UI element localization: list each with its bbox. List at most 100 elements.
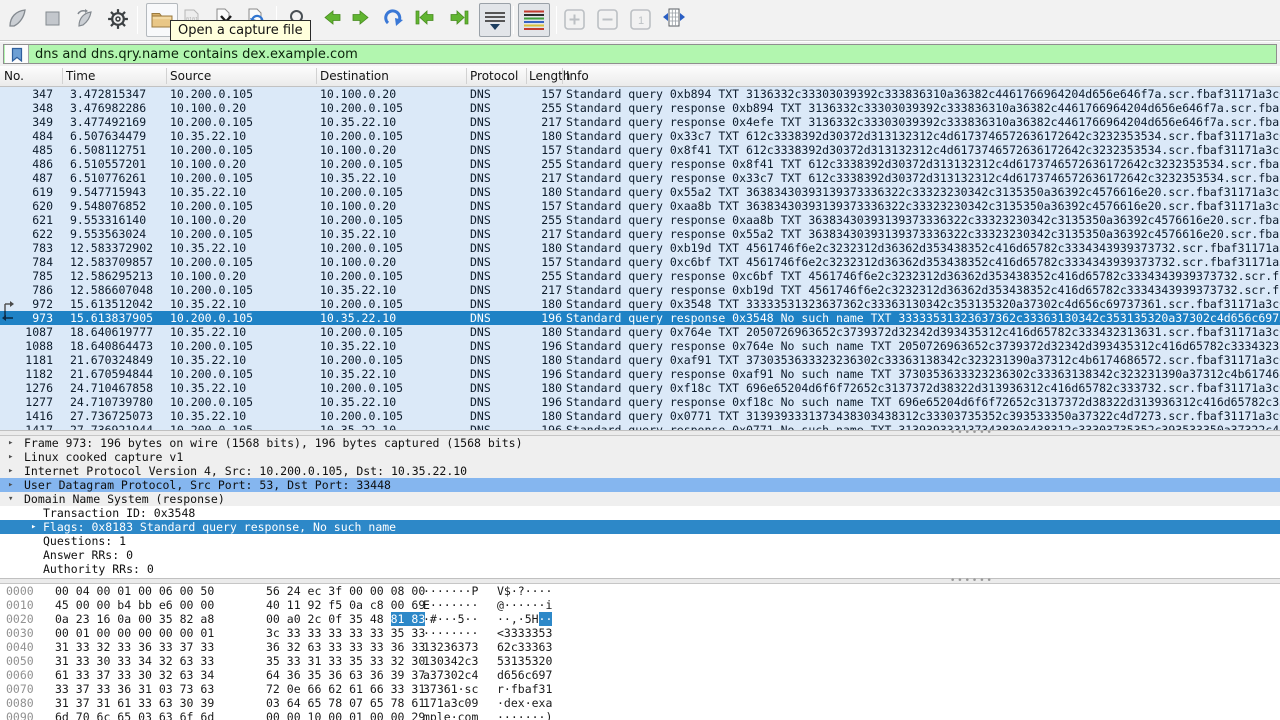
detail-row[interactable]: Authority RRs: 0 [0,562,1280,576]
packet-row[interactable]: 3483.47698228610.100.0.2010.200.0.105DNS… [0,101,1280,115]
column-header-info[interactable]: Info [566,69,589,83]
packet-cell: 21.670594844 [62,367,166,381]
packet-cell: 487 [0,171,62,185]
detail-row[interactable]: ▸User Datagram Protocol, Src Port: 53, D… [0,478,1280,492]
zoom-out-icon[interactable] [597,9,619,33]
display-filter-input[interactable]: dns and dns.qry.name contains dex.exampl… [3,44,1277,64]
detail-row[interactable]: ▸Flags: 0x8183 Standard query response, … [0,520,1280,534]
hex-row[interactable]: 006061 33 37 33 30 32 63 3464 36 35 36 6… [0,668,1280,682]
start-capture-icon[interactable] [7,8,29,32]
detail-text: Questions: 1 [43,534,126,548]
packet-cell: 196 [526,423,562,430]
packet-row[interactable]: 78412.58370985710.200.0.10510.100.0.20DN… [0,255,1280,269]
detail-row[interactable]: ▸Internet Protocol Version 4, Src: 10.20… [0,464,1280,478]
packet-row[interactable]: 6219.55331614010.100.0.2010.200.0.105DNS… [0,213,1280,227]
column-header-protocol[interactable]: Protocol [470,69,518,83]
packet-row[interactable]: 141727.73692194410.200.0.10510.35.22.10D… [0,423,1280,430]
hex-row[interactable]: 004031 33 32 33 36 33 37 3336 32 63 33 3… [0,640,1280,654]
column-header-length[interactable]: Length [529,69,570,83]
colorize-icon [522,8,546,32]
column-separator[interactable] [316,68,317,84]
expander-closed-icon[interactable]: ▸ [31,520,36,534]
go-back-icon[interactable] [322,8,344,32]
packet-row[interactable]: 118221.67059484410.200.0.10510.35.22.10D… [0,367,1280,381]
packet-row[interactable]: 4856.50811275110.200.0.10510.100.0.20DNS… [0,143,1280,157]
packet-row[interactable]: 78512.58629521310.100.0.2010.200.0.105DN… [0,269,1280,283]
detail-row[interactable]: ▾Domain Name System (response) [0,492,1280,506]
packet-row[interactable]: 108718.64061977710.35.22.1010.200.0.105D… [0,325,1280,339]
go-forward-icon[interactable] [350,8,372,32]
auto-scroll-toggle[interactable] [479,3,511,37]
packet-row[interactable]: 108818.64086447310.200.0.10510.35.22.10D… [0,339,1280,353]
packet-cell: 10.200.0.105 [166,87,316,101]
column-header-no[interactable]: No. [4,69,24,83]
hex-row[interactable]: 00906d 70 6c 65 03 63 6f 6d00 00 10 00 0… [0,710,1280,720]
packet-row[interactable]: 6209.54807685210.200.0.10510.100.0.20DNS… [0,199,1280,213]
first-packet-icon[interactable] [414,8,436,32]
hex-row[interactable]: 005031 33 30 33 34 32 63 3335 33 31 33 3… [0,654,1280,668]
packet-row[interactable]: 97315.61383790510.200.0.10510.35.22.10DN… [0,311,1280,325]
packet-row[interactable]: 78312.58337290210.35.22.1010.200.0.105DN… [0,241,1280,255]
packet-row[interactable]: 141627.73672507310.35.22.1010.200.0.105D… [0,409,1280,423]
packet-cell: DNS [466,353,526,367]
hex-row[interactable]: 000000 04 00 01 00 06 00 5056 24 ec 3f 0… [0,584,1280,598]
filter-bookmark-button[interactable] [5,45,29,63]
hex-row[interactable]: 007033 37 33 36 31 03 73 6372 0e 66 62 6… [0,682,1280,696]
packet-row[interactable]: 97215.61351204210.35.22.1010.200.0.105DN… [0,297,1280,311]
column-header-time[interactable]: Time [66,69,95,83]
expander-closed-icon[interactable]: ▸ [8,450,13,464]
column-separator[interactable] [62,68,63,84]
packet-cell: 21.670324849 [62,353,166,367]
column-header-source[interactable]: Source [170,69,211,83]
expander-closed-icon[interactable]: ▸ [8,464,13,478]
hex-ascii: r·fbaf31 [497,682,552,696]
hex-row[interactable]: 003000 01 00 00 00 00 00 013c 33 33 33 3… [0,626,1280,640]
detail-row[interactable]: Transaction ID: 0x3548 [0,506,1280,520]
packet-cell: DNS [466,423,526,430]
packet-row[interactable]: 118121.67032484910.35.22.1010.200.0.105D… [0,353,1280,367]
packet-row[interactable]: 3473.47281534710.200.0.10510.100.0.20DNS… [0,87,1280,101]
expander-open-icon[interactable]: ▾ [8,492,13,506]
detail-row[interactable]: Questions: 1 [0,534,1280,548]
packet-row[interactable]: 6229.55356302410.200.0.10510.35.22.10DNS… [0,227,1280,241]
detail-row[interactable]: Answer RRs: 0 [0,548,1280,562]
packet-cell: 10.200.0.105 [166,143,316,157]
packet-cell: 10.35.22.10 [316,227,466,241]
column-separator[interactable] [562,68,563,84]
packet-row[interactable]: 78612.58660704810.200.0.10510.35.22.10DN… [0,283,1280,297]
packet-cell: 973 [0,311,62,325]
column-separator[interactable] [526,68,527,84]
packet-row[interactable]: 3493.47749216910.200.0.10510.35.22.10DNS… [0,115,1280,129]
column-separator[interactable] [466,68,467,84]
packet-cell: Standard query 0xb894 TXT 3136332c333030… [562,87,1280,101]
packet-row[interactable]: 6199.54771594310.35.22.1010.200.0.105DNS… [0,185,1280,199]
column-header-destination[interactable]: Destination [320,69,389,83]
packet-cell: Standard query 0x8f41 TXT 612c3338392d30… [562,143,1280,157]
hex-row[interactable]: 008031 37 31 61 33 63 30 3903 64 65 78 0… [0,696,1280,710]
hex-offset: 0040 [6,640,34,654]
detail-row[interactable]: ▸Linux cooked capture v1 [0,450,1280,464]
hex-row[interactable]: 001045 00 00 b4 bb e6 00 0040 11 92 f5 0… [0,598,1280,612]
capture-options-icon[interactable] [107,8,129,32]
packet-row[interactable]: 127724.71073978010.200.0.10510.35.22.10D… [0,395,1280,409]
go-to-packet-icon[interactable] [384,8,406,32]
colorize-toggle[interactable] [518,3,550,37]
column-separator[interactable] [166,68,167,84]
zoom-in-icon[interactable] [564,9,586,33]
expander-closed-icon[interactable]: ▸ [8,478,13,492]
toolbar-separator [556,6,557,34]
packet-cell: 785 [0,269,62,283]
packet-row[interactable]: 4866.51055720110.100.0.2010.200.0.105DNS… [0,157,1280,171]
resize-columns-icon[interactable] [661,7,683,31]
hex-row[interactable]: 00200a 23 16 0a 00 35 82 a800 a0 2c 0f 3… [0,612,1280,626]
filter-toolbar: dns and dns.qry.name contains dex.exampl… [0,42,1280,66]
stop-capture-icon[interactable] [42,8,64,32]
packet-row[interactable]: 127624.71046785810.35.22.1010.200.0.105D… [0,381,1280,395]
packet-row[interactable]: 4846.50763447910.35.22.1010.200.0.105DNS… [0,129,1280,143]
expander-closed-icon[interactable]: ▸ [8,436,13,450]
restart-capture-icon[interactable] [74,8,96,32]
last-packet-icon[interactable] [448,8,470,32]
detail-row[interactable]: ▸Frame 973: 196 bytes on wire (1568 bits… [0,436,1280,450]
zoom-original-icon[interactable]: 1 [630,9,652,33]
packet-row[interactable]: 4876.51077626110.200.0.10510.35.22.10DNS… [0,171,1280,185]
